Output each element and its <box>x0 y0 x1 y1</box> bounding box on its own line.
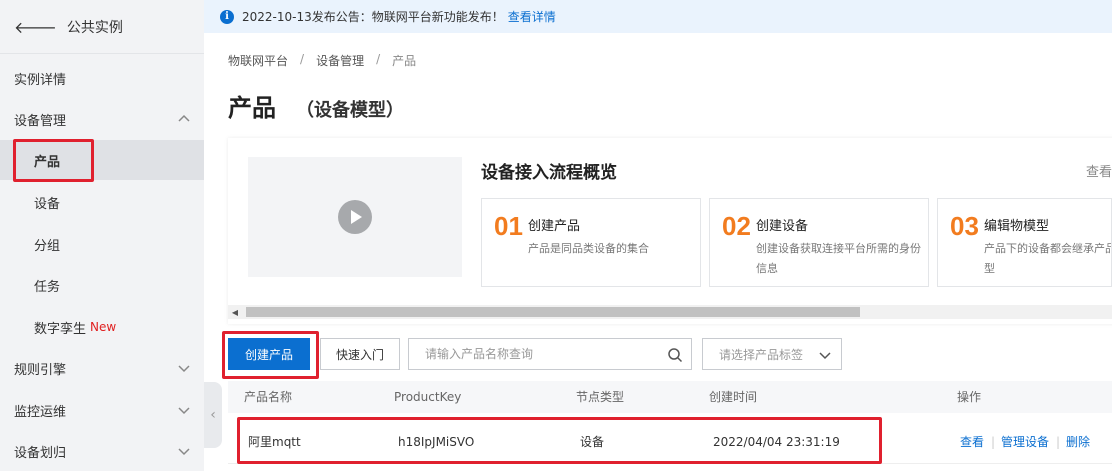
sidebar-item-product[interactable]: 产品 <box>0 140 204 180</box>
quick-start-button[interactable]: 快速入门 <box>320 338 400 370</box>
sidebar-item-digital-twin[interactable]: 数字孪生 New <box>0 307 204 347</box>
chevron-up-icon <box>178 114 190 122</box>
announcement-bar: i 2022-10-13发布公告：物联网平台新功能发布！ 查看详情 <box>204 0 1112 33</box>
search-input[interactable] <box>409 339 649 369</box>
breadcrumb-separator: / <box>300 52 305 66</box>
chevron-down-icon <box>178 448 190 456</box>
column-header: 节点类型 <box>576 390 625 404</box>
op-separator: | <box>1056 435 1061 449</box>
view-link[interactable]: 查看 <box>960 420 984 464</box>
manage-devices-link[interactable]: 管理设备 <box>1001 420 1049 464</box>
sidebar-item-label: 实例详情 <box>14 72 67 88</box>
sidebar-item-label: 分组 <box>34 238 61 254</box>
sidebar-item-rule-engine[interactable]: 规则引擎 <box>0 348 204 388</box>
chevron-left-icon: ‹ <box>210 407 216 423</box>
chevron-down-icon <box>178 407 190 415</box>
create-product-button[interactable]: 创建产品 <box>228 338 310 370</box>
product-name: 阿里mqtt <box>248 435 301 449</box>
breadcrumb-product: 产品 <box>392 54 417 68</box>
product-tag-select[interactable]: 请选择产品标签 <box>702 338 842 370</box>
column-header: 操作 <box>957 390 982 404</box>
step-description: 创建设备获取连接平台所需的身份信息 <box>756 242 921 275</box>
sidebar-item-device-management[interactable]: 设备管理 <box>0 99 204 139</box>
sidebar-item-label: 设备 <box>34 196 61 212</box>
search-icon[interactable] <box>667 347 683 363</box>
step-number: 03 <box>950 211 979 241</box>
info-icon: i <box>220 9 234 24</box>
announcement-text: 2022-10-13发布公告：物联网平台新功能发布！ <box>242 10 504 24</box>
step-create-product[interactable]: 01 创建产品 产品是同品类设备的集合 <box>481 198 701 287</box>
step-number: 02 <box>722 211 751 241</box>
new-badge: New <box>90 320 117 334</box>
breadcrumb-device-management[interactable]: 设备管理 <box>316 52 364 69</box>
sidebar-item-monitoring[interactable]: 监控运维 <box>0 390 204 430</box>
sidebar-item-label: 任务 <box>34 279 61 295</box>
horizontal-scrollbar[interactable]: ◀ <box>228 305 1112 319</box>
step-description: 产品是同品类设备的集合 <box>528 242 649 255</box>
sidebar-collapse-handle[interactable]: ‹ <box>204 382 222 448</box>
op-separator: | <box>991 435 996 449</box>
sidebar-item-device[interactable]: 设备 <box>0 182 204 222</box>
tag-select-placeholder: 请选择产品标签 <box>719 347 804 362</box>
overview-title: 设备接入流程概览 <box>481 163 617 183</box>
breadcrumb-separator: / <box>376 52 381 66</box>
back-label: 公共实例 <box>66 19 123 36</box>
step-title: 创建产品 <box>528 219 581 234</box>
sidebar-item-label: 监控运维 <box>14 404 67 420</box>
step-number: 01 <box>494 211 523 241</box>
sidebar-item-task[interactable]: 任务 <box>0 265 204 305</box>
announcement-link[interactable]: 查看详情 <box>508 8 556 25</box>
column-header: 产品名称 <box>244 390 293 404</box>
back-to-public-instance[interactable]: 🡐 公共实例 <box>0 0 204 54</box>
scrollbar-thumb[interactable] <box>246 307 860 317</box>
sidebar-item-label: 数字孪生 <box>34 321 87 337</box>
sidebar: 🡐 公共实例 实例详情 设备管理 产品 设备 分组 任务 数字孪生 New 规则… <box>0 0 204 471</box>
arrow-left-icon: 🡐 <box>14 17 57 37</box>
step-description: 产品下的设备都会继承产品的物模型 <box>984 242 1112 275</box>
overview-more-link[interactable]: 查看 <box>1086 161 1112 180</box>
chevron-down-icon <box>819 352 831 360</box>
sidebar-item-label: 设备管理 <box>14 113 67 129</box>
step-edit-thing-model[interactable]: 03 编辑物模型 产品下的设备都会继承产品的物模型 <box>937 198 1112 287</box>
scroll-left-arrow-icon[interactable]: ◀ <box>228 305 242 319</box>
product-search <box>408 338 692 370</box>
sidebar-item-label: 产品 <box>34 154 61 170</box>
column-header: ProductKey <box>394 390 462 404</box>
product-key: h18IpJMiSVO <box>398 435 475 449</box>
delete-link[interactable]: 删除 <box>1066 420 1090 464</box>
play-icon[interactable] <box>338 200 372 234</box>
breadcrumb: 物联网平台 / 设备管理 / 产品 <box>228 52 416 69</box>
node-type: 设备 <box>580 435 605 449</box>
sidebar-item-group[interactable]: 分组 <box>0 224 204 264</box>
column-header: 创建时间 <box>709 390 758 404</box>
page-title: 产品 <box>228 94 276 122</box>
created-time: 2022/04/04 23:31:19 <box>713 435 840 449</box>
sidebar-item-label: 规则引擎 <box>14 362 67 378</box>
table-row: 阿里mqtt h18IpJMiSVO 设备 2022/04/04 23:31:1… <box>228 420 1112 464</box>
sidebar-item-device-assignment[interactable]: 设备划归 <box>0 431 204 471</box>
page-subtitle: （设备模型） <box>296 100 404 121</box>
table-header: 产品名称 ProductKey 节点类型 创建时间 操作 <box>228 381 1112 413</box>
step-title: 编辑物模型 <box>984 219 1050 234</box>
breadcrumb-iot-platform[interactable]: 物联网平台 <box>228 52 288 69</box>
sidebar-item-label: 设备划归 <box>14 445 67 461</box>
sidebar-item-instance-detail[interactable]: 实例详情 <box>0 58 204 98</box>
step-title: 创建设备 <box>756 219 809 234</box>
chevron-down-icon <box>178 365 190 373</box>
step-create-device[interactable]: 02 创建设备 创建设备获取连接平台所需的身份信息 <box>709 198 929 287</box>
